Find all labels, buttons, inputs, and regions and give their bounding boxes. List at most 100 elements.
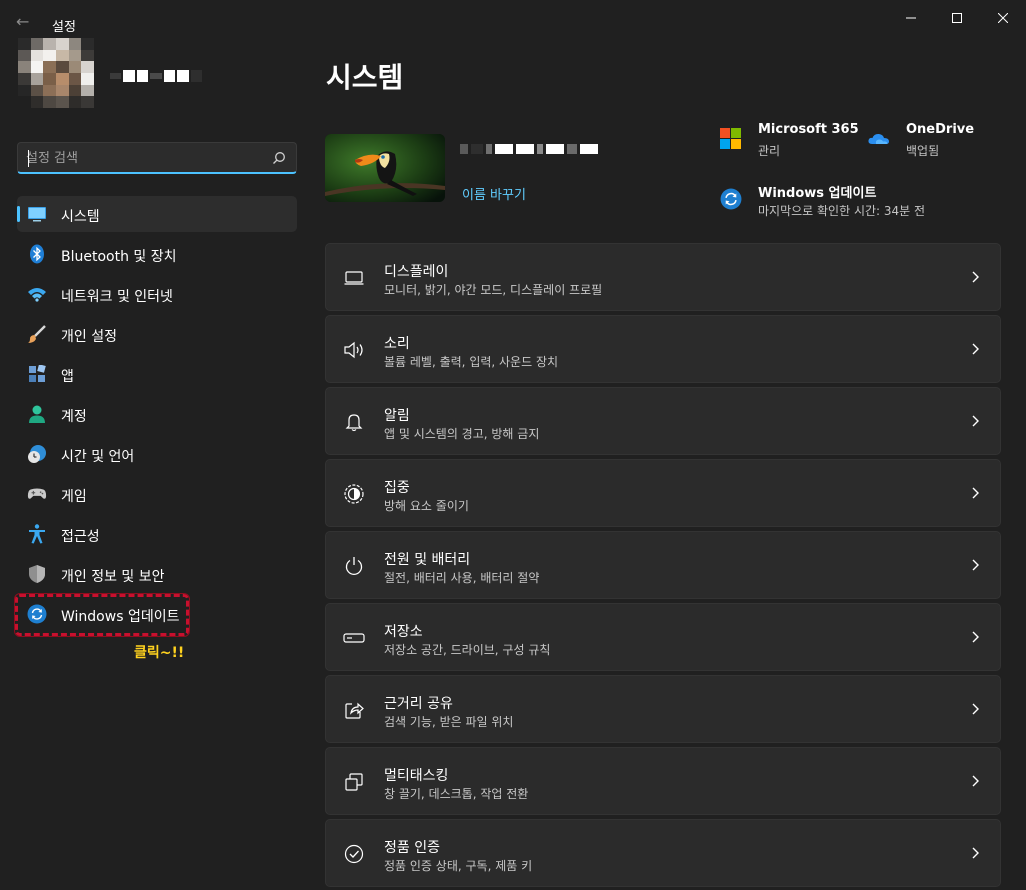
sidebar-item-accounts[interactable]: 계정 [17,396,297,432]
sidebar-item-label: 네트워크 및 인터넷 [61,289,173,305]
sidebar-item-label: Bluetooth 및 장치 [61,249,177,265]
sidebar-item-label: 게임 [61,489,87,505]
account-icon [27,404,47,424]
focus-icon [343,483,365,505]
card-title: 전원 및 배터리 [384,552,471,568]
back-arrow-icon: ← [16,12,30,31]
sidebar-nav: 시스템 Bluetooth 및 장치 네트워크 및 인터넷 개인 설정 앱 계정 [17,196,297,636]
card-title: 소리 [384,336,410,352]
sidebar-item-label: 개인 설정 [61,329,117,345]
sidebar-item-apps[interactable]: 앱 [17,356,297,392]
power-icon [343,555,365,577]
sidebar-item-gaming[interactable]: 게임 [17,476,297,512]
click-annotation: 클릭~!! [134,645,185,661]
card-subtitle: 볼륨 레벨, 출력, 입력, 사운드 장치 [384,355,559,369]
close-button[interactable] [980,4,1026,32]
storage-icon [343,627,365,649]
chevron-right-icon [972,703,979,715]
time-language-icon [27,444,47,464]
speaker-icon [343,339,365,361]
highlight-annotation-box [14,593,190,637]
minimize-button[interactable] [888,4,934,32]
sidebar-item-label: 시간 및 언어 [61,449,135,465]
close-icon [998,13,1008,23]
page-title: 시스템 [326,61,404,94]
bluetooth-icon [27,244,47,264]
user-name-redacted [110,70,202,82]
microsoft-logo-icon [720,128,741,149]
brush-icon [27,324,47,344]
sidebar-item-network[interactable]: 네트워크 및 인터넷 [17,276,297,312]
quick-link-subtitle: 관리 [758,144,781,158]
card-title: 정품 인증 [384,840,440,856]
minimize-icon [906,17,916,19]
accessibility-icon [27,524,47,544]
windows-update-icon [720,188,742,210]
card-multitasking[interactable]: 멀티태스킹 창 끌기, 데스크톱, 작업 전환 [325,747,1001,815]
display-icon [343,267,365,289]
sidebar-item-label: 개인 정보 및 보안 [61,569,165,585]
search-input[interactable] [26,147,266,169]
sidebar-item-bluetooth[interactable]: Bluetooth 및 장치 [17,236,297,272]
card-subtitle: 창 끌기, 데스크톱, 작업 전환 [384,787,529,801]
sidebar-item-privacy-security[interactable]: 개인 정보 및 보안 [17,556,297,592]
maximize-button[interactable] [934,4,980,32]
activation-check-icon [343,843,365,865]
card-focus[interactable]: 집중 방해 요소 줄이기 [325,459,1001,527]
gamepad-icon [27,484,47,504]
chevron-right-icon [972,487,979,499]
chevron-right-icon [972,271,979,283]
quick-link-subtitle: 마지막으로 확인한 시간: 34분 전 [758,204,926,218]
sidebar-item-personalization[interactable]: 개인 설정 [17,316,297,352]
selection-indicator [17,206,20,222]
quick-link-subtitle: 백업됨 [906,144,940,158]
chevron-right-icon [972,631,979,643]
card-title: 집중 [384,480,410,496]
card-title: 알림 [384,408,410,424]
sidebar-item-label: 접근성 [61,529,100,545]
card-storage[interactable]: 저장소 저장소 공간, 드라이브, 구성 규칙 [325,603,1001,671]
card-title: 디스플레이 [384,264,449,280]
sidebar-item-label: 계정 [61,409,87,425]
card-title: 멀티태스킹 [384,768,449,784]
sidebar-item-label: 앱 [61,369,74,385]
settings-card-list: 디스플레이 모니터, 밝기, 야간 모드, 디스플레이 프로필 소리 볼륨 레벨… [325,243,1001,890]
card-sound[interactable]: 소리 볼륨 레벨, 출력, 입력, 사운드 장치 [325,315,1001,383]
card-activation[interactable]: 정품 인증 정품 인증 상태, 구독, 제품 키 [325,819,1001,887]
avatar [18,38,94,108]
card-subtitle: 저장소 공간, 드라이브, 구성 규칙 [384,643,551,657]
card-subtitle: 검색 기능, 받은 파일 위치 [384,715,514,729]
sidebar-item-label: 시스템 [61,209,100,225]
back-button[interactable]: ← [16,12,36,36]
bell-icon [343,411,365,433]
maximize-icon [952,13,962,23]
card-nearby-sharing[interactable]: 근거리 공유 검색 기능, 받은 파일 위치 [325,675,1001,743]
rename-link[interactable]: 이름 바꾸기 [462,184,526,203]
sidebar-item-accessibility[interactable]: 접근성 [17,516,297,552]
chevron-right-icon [972,343,979,355]
chevron-right-icon [972,847,979,859]
quick-link-title: Microsoft 365 [758,122,859,137]
card-notifications[interactable]: 알림 앱 및 시스템의 경고, 방해 금지 [325,387,1001,455]
card-subtitle: 앱 및 시스템의 경고, 방해 금지 [384,427,540,441]
search-icon[interactable] [272,151,286,165]
sidebar-item-time-language[interactable]: 시간 및 언어 [17,436,297,472]
card-title: 저장소 [384,624,423,640]
onedrive-cloud-icon [868,133,889,144]
card-display[interactable]: 디스플레이 모니터, 밝기, 야간 모드, 디스플레이 프로필 [325,243,1001,311]
card-title: 근거리 공유 [384,696,453,712]
settings-search-box[interactable] [17,142,297,174]
shield-icon [27,564,47,584]
chevron-right-icon [972,775,979,787]
card-subtitle: 방해 요소 줄이기 [384,499,469,513]
app-title: 설정 [52,20,76,35]
apps-icon [27,364,47,384]
user-profile[interactable] [18,38,258,110]
sidebar-item-system[interactable]: 시스템 [17,196,297,232]
multitasking-icon [343,771,365,793]
chevron-right-icon [972,415,979,427]
chevron-right-icon [972,559,979,571]
card-subtitle: 정품 인증 상태, 구독, 제품 키 [384,859,533,873]
quick-link-title: OneDrive [906,122,975,137]
card-power-battery[interactable]: 전원 및 배터리 절전, 배터리 사용, 배터리 절약 [325,531,1001,599]
